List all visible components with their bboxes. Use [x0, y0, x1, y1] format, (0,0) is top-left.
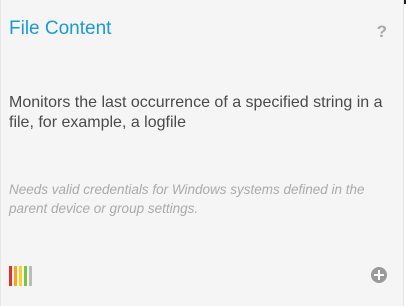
sensor-card[interactable]: File Content ? Monitors the last occurre…	[0, 0, 404, 306]
performance-bar-1	[9, 266, 12, 286]
performance-bar-5	[29, 266, 32, 286]
performance-impact-icon	[9, 266, 32, 286]
sensor-description: Monitors the last occurrence of a specif…	[9, 94, 383, 131]
sensor-title[interactable]: File Content	[9, 18, 111, 40]
sensor-note: Needs valid credentials for Windows syst…	[9, 182, 365, 216]
performance-bar-2	[14, 266, 17, 286]
help-icon[interactable]: ?	[377, 22, 387, 42]
performance-bar-4	[24, 266, 27, 286]
add-sensor-icon[interactable]	[371, 267, 387, 283]
performance-bar-3	[19, 266, 22, 286]
